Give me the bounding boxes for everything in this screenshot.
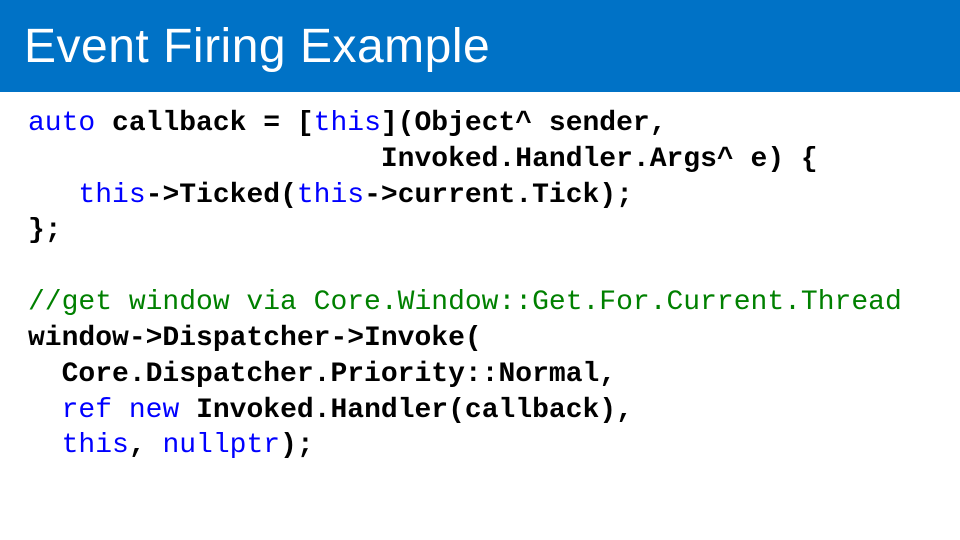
keyword-this: this — [62, 430, 129, 461]
keyword-this: this — [297, 180, 364, 211]
code-text — [28, 430, 62, 461]
code-text — [28, 395, 62, 426]
keyword-ref: ref — [62, 395, 112, 426]
code-text: Invoked.Handler.Args^ e) { — [28, 144, 818, 175]
code-text: ); — [280, 430, 314, 461]
code-text — [112, 395, 129, 426]
code-text: ->current.Tick); — [364, 180, 633, 211]
code-text: window->Dispatcher->Invoke( — [28, 323, 482, 354]
code-text: Core.Dispatcher.Priority::Normal, — [28, 359, 616, 390]
code-text: , — [129, 430, 163, 461]
code-comment: //get window via Core.Window::Get.For.Cu… — [28, 287, 902, 318]
code-text: ->Ticked( — [146, 180, 297, 211]
keyword-nullptr: nullptr — [162, 430, 280, 461]
code-text: callback = [ — [95, 108, 313, 139]
keyword-new: new — [129, 395, 179, 426]
code-text: Invoked.Handler(callback), — [179, 395, 633, 426]
keyword-auto: auto — [28, 108, 95, 139]
code-text: }; — [28, 215, 62, 246]
slide-title: Event Firing Example — [24, 19, 490, 74]
title-bar: Event Firing Example — [0, 0, 960, 92]
code-text — [28, 180, 78, 211]
keyword-this: this — [314, 108, 381, 139]
code-block: auto callback = [this](Object^ sender, I… — [0, 92, 960, 464]
keyword-this: this — [78, 180, 145, 211]
code-text: ](Object^ sender, — [381, 108, 667, 139]
